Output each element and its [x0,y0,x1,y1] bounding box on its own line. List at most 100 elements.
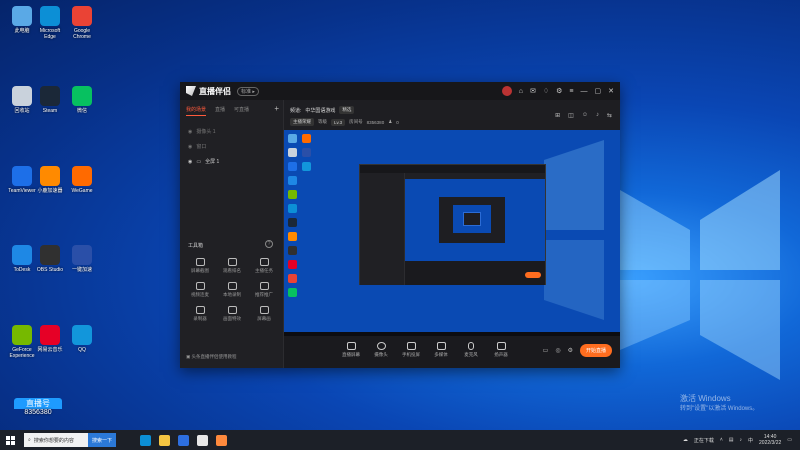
menu-icon[interactable]: ≡ [569,88,573,95]
tool-ranking[interactable]: 观看排名 [216,258,248,274]
preview-desktop-icon [288,148,297,157]
scene-item-window[interactable]: ◉ 窗口 [180,139,283,154]
settings-icon[interactable]: ⚙ [556,87,562,95]
user-icon[interactable]: ☺ [582,112,588,119]
chevron-up-icon[interactable]: ˄ [720,437,723,443]
tray-status-text[interactable]: 正在下载 [694,437,714,444]
tab-live[interactable]: 直播 [215,106,225,116]
record-icon[interactable]: ▭ [543,347,549,354]
app-icon [72,6,92,26]
desktop-icon[interactable]: 网易云音乐 [34,325,66,353]
app-icon [40,245,60,266]
start-live-button[interactable]: 开始直播 [579,344,612,357]
broadcast-id-badge: 直播号 8356380 [14,398,62,432]
announce-icon[interactable]: ◫ [568,112,574,119]
desktop-icon[interactable]: 微信 [66,85,98,114]
stream-controls-bar: 直播屏幕 摄像头 手机投屏 多媒体 麦克风 扬声器 ▭ ◎ ⚙ 开始直播 [284,336,620,368]
tool-screenshot[interactable]: 屏幕截图 [184,258,216,274]
title-bar[interactable]: 直播伴侣 标准 ▸ ⌂ ✉ ♢ ⚙ ≡ — ▢ ✕ [180,82,620,100]
info-actions: ⊞ ◫ ☺ ♪ ⇆ [555,112,612,119]
taskbar-apps [140,434,228,446]
tasks-icon [259,258,269,266]
preview-desktop-icon [288,204,297,213]
gift-box-icon[interactable]: ⊞ [555,112,560,119]
minimize-icon[interactable]: — [581,88,588,95]
stream-preview[interactable] [284,130,620,336]
help-icon[interactable]: ? [265,240,273,248]
microphone-button[interactable]: 麦克风 [462,342,480,358]
shirt-icon[interactable]: ♢ [543,87,549,95]
add-scene-icon[interactable]: + [274,104,279,113]
add-camera-button[interactable]: 摄像头 [372,342,390,358]
monitor-icon: ▭ [196,158,202,165]
desktop-icon-label: WeGame [71,187,93,194]
app-icon [72,165,92,186]
version-badge[interactable]: 标准 ▸ [237,86,259,96]
cloud-icon[interactable]: ☁ [683,437,688,443]
desktop-icon[interactable]: Google Chrome [66,6,98,40]
multimedia-button[interactable]: 多媒体 [432,342,450,358]
status-pill[interactable]: 精选 [339,106,355,114]
scene-item-fullscreen[interactable]: ◉ ▭ 全屏 1 [180,154,283,169]
tutorial-notice[interactable]: ▣ 头条直播伴侣使用教程 [186,354,237,360]
desktop-icon[interactable]: WeGame [66,165,98,194]
tab-available[interactable]: 可直播 [234,106,249,116]
desktop-icon-label: 网易云音乐 [37,347,63,354]
host-tag[interactable]: 主播荣耀 [290,118,314,126]
eye-icon[interactable]: ◉ [188,159,192,165]
tool-draw[interactable]: 屏幕画 [248,306,280,322]
store-taskbar-icon[interactable] [178,434,190,446]
draw-icon [259,306,269,314]
preview-desktop-icon [302,148,311,157]
room-id[interactable]: 8356380 [367,120,385,125]
bell-icon[interactable]: ♪ [596,112,599,119]
taskbar-search-input[interactable]: ⌕ 搜索你想要的内容 [24,433,88,447]
desktop-icon-label: Google Chrome [73,28,91,40]
gift-icon[interactable]: ⌂ [519,88,523,95]
start-button[interactable] [0,435,20,445]
close-icon[interactable]: ✕ [608,87,614,95]
app-icon [12,85,32,106]
screenshot-icon [195,258,205,266]
maximize-icon[interactable]: ▢ [595,87,602,95]
tool-promote[interactable]: 推荐推广 [248,282,280,298]
phone-cast-button[interactable]: 手机投屏 [402,342,420,358]
tool-recorder[interactable]: 录制器 [184,306,216,322]
edge-taskbar-icon[interactable] [140,434,152,446]
tool-local-record[interactable]: 本地录制 [216,282,248,298]
desktop-icon[interactable]: OBS Studio [34,245,66,273]
ime-icon[interactable]: 中 [748,437,753,444]
notification-icon[interactable]: ▭ [787,437,792,443]
app-taskbar-icon[interactable] [216,434,228,446]
desktop-icon-area: 此电脑 回收站 TeamViewer ToDesk GeForce Experience… [0,0,100,430]
tool-video-link[interactable]: 视频连麦 [184,282,216,298]
desktop-icon[interactable]: QQ [66,325,98,353]
add-screen-button[interactable]: 直播屏幕 [342,342,360,358]
desktop-icon[interactable]: Steam [34,85,66,114]
live-companion-taskbar-icon[interactable] [197,434,209,446]
scene-item-camera[interactable]: ◉ 摄像头 1 [180,124,283,139]
clock[interactable]: 14:40 2022/3/22 [759,434,781,446]
desktop-icon[interactable]: 小鹿加速器 [34,165,66,194]
network-icon[interactable]: ▤ [729,437,734,443]
live-companion-window[interactable]: 直播伴侣 标准 ▸ ⌂ ✉ ♢ ⚙ ≡ — ▢ ✕ 我的场景 直播 可直播 + … [180,82,620,368]
channel-name[interactable]: 中华国语游戏 [305,107,335,114]
stream-settings-icon[interactable]: ⚙ [568,347,573,354]
share-icon[interactable]: ⇆ [607,112,612,119]
speaker-button[interactable]: 扬声器 [492,342,510,358]
file-explorer-taskbar-icon[interactable] [159,434,171,446]
eye-icon[interactable]: ◉ [188,144,192,150]
eye-icon[interactable]: ◉ [188,129,192,135]
promote-icon [259,282,269,290]
tool-tasks[interactable]: 主播任务 [248,258,280,274]
volume-icon[interactable]: ♪ [740,437,743,443]
avatar[interactable] [501,86,512,96]
search-button[interactable]: 搜索一下 [88,433,117,447]
desktop-icon[interactable]: Microsoft Edge [34,6,66,40]
mail-icon[interactable]: ✉ [530,87,536,95]
preview-eye-icon[interactable]: ◎ [555,347,560,354]
camera-icon [376,342,386,350]
tool-effects[interactable]: 画面特效 [216,306,248,322]
desktop-icon[interactable]: 一键加速 [66,245,98,273]
tab-my-scenes[interactable]: 我的场景 [186,106,207,116]
